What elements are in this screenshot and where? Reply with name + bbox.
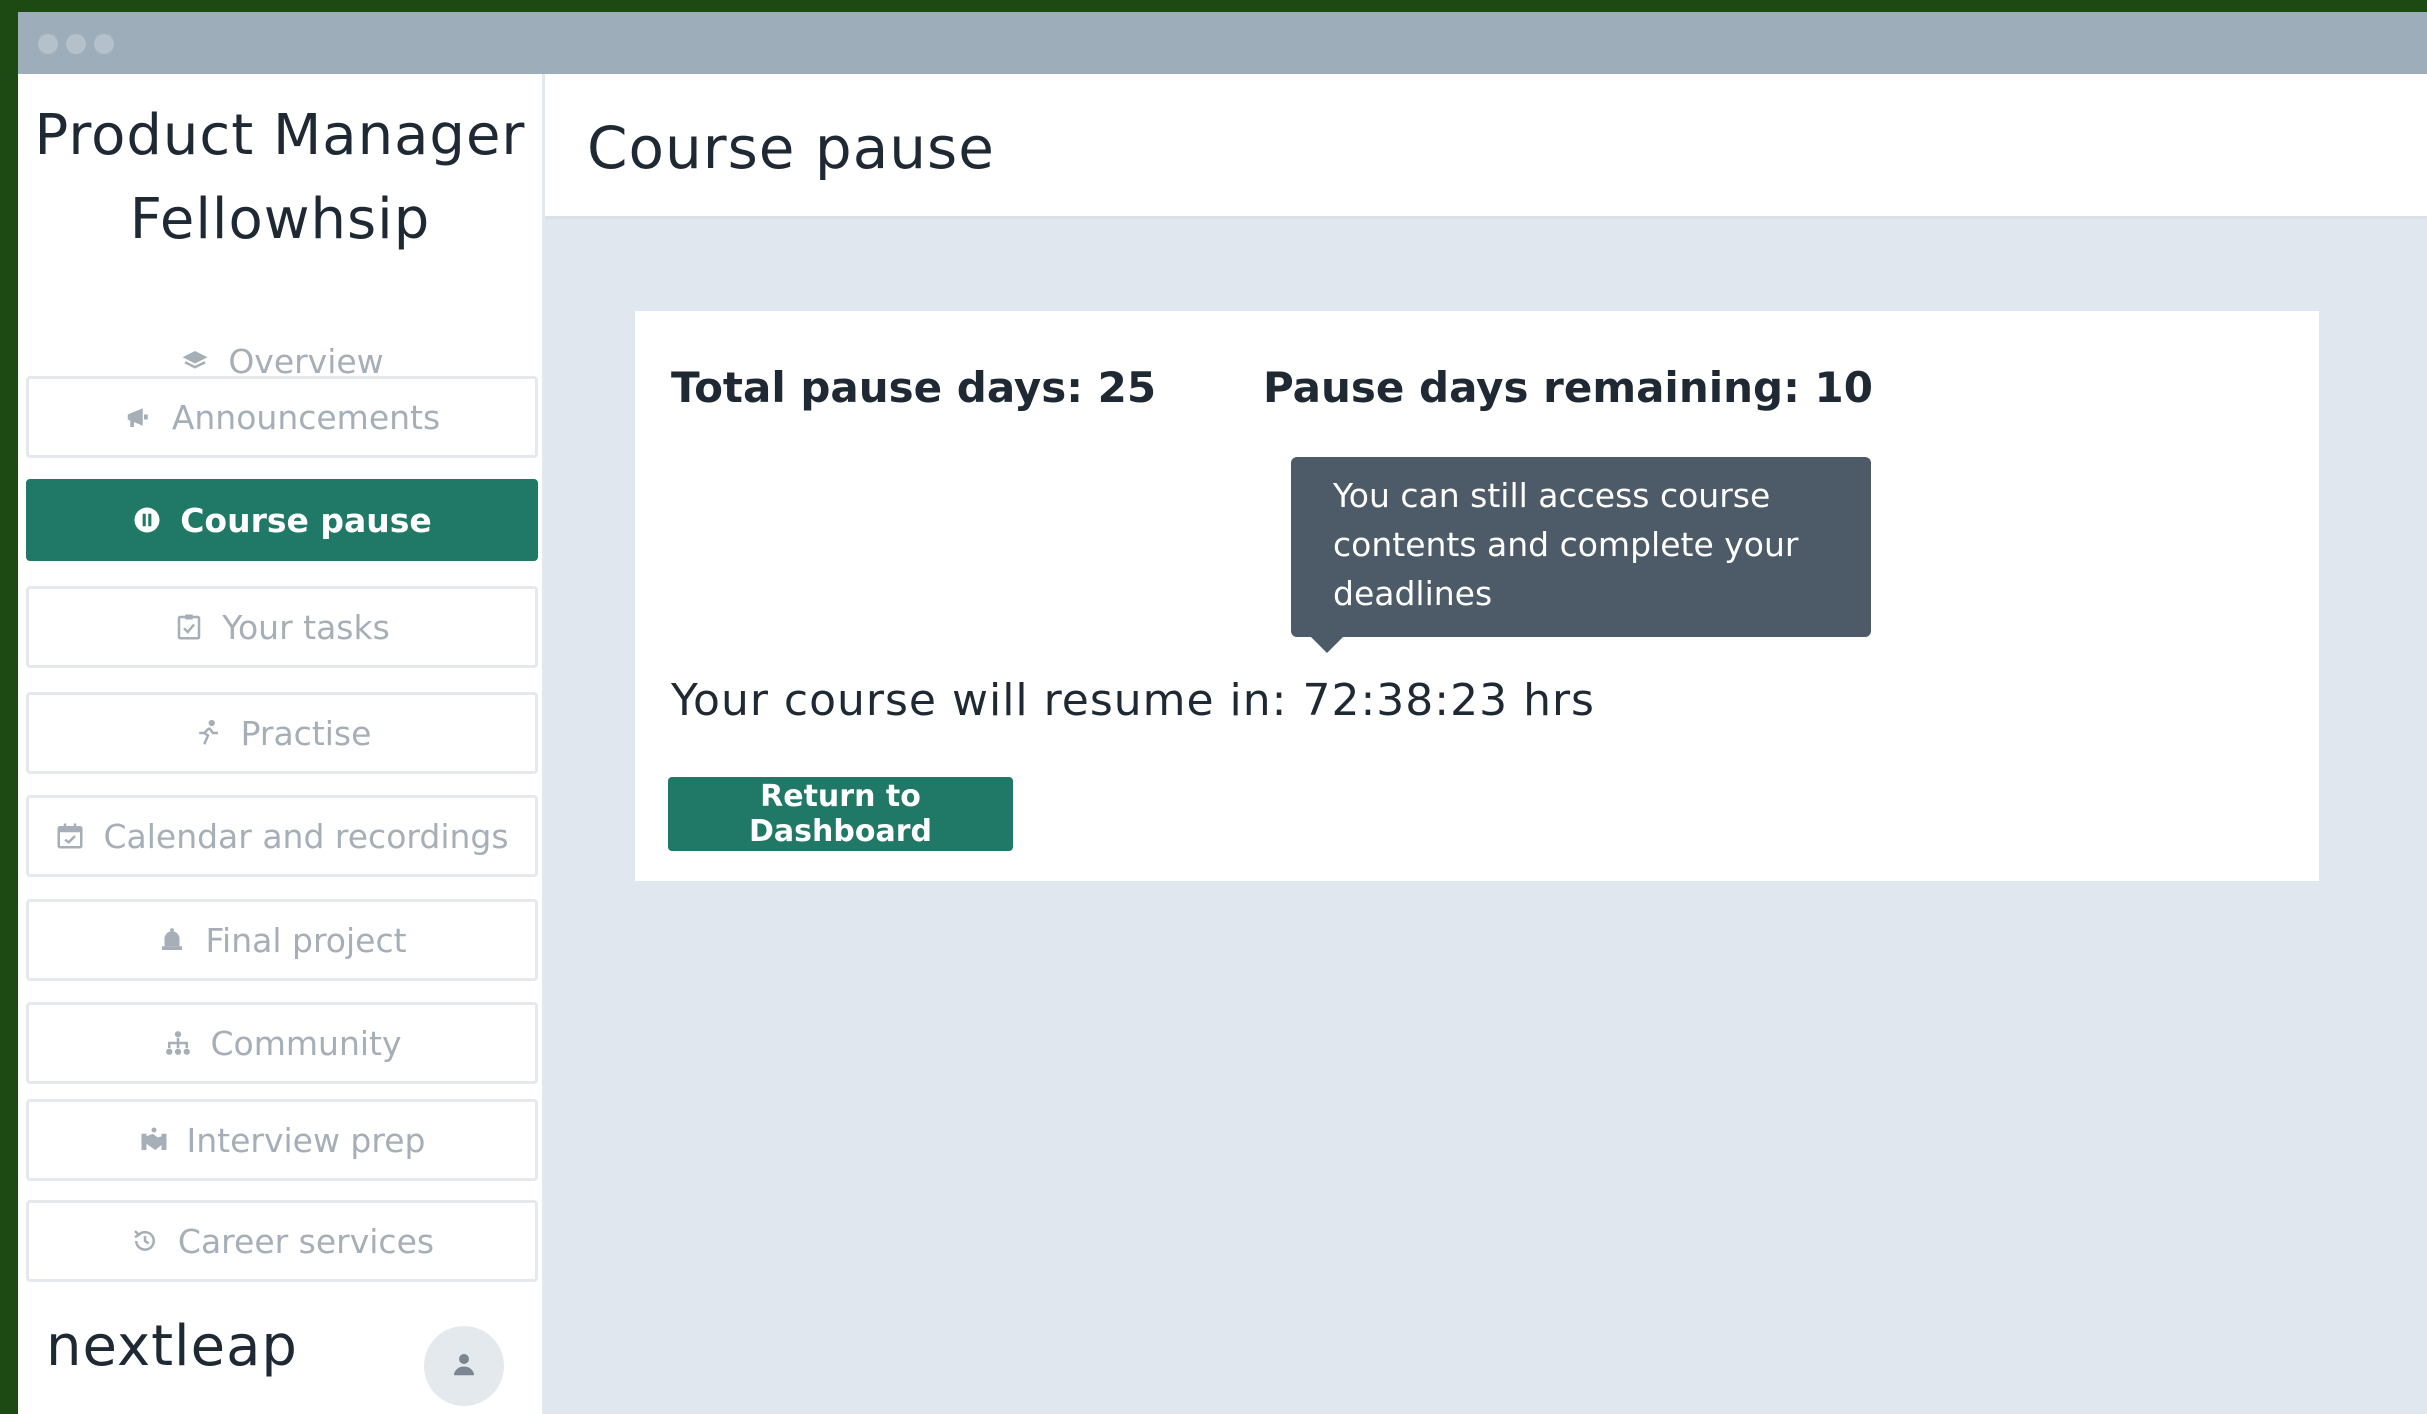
sidebar-item-final-project[interactable]: Final project: [26, 899, 538, 981]
sidebar-item-practise[interactable]: Practise: [26, 692, 538, 774]
pause-days-remaining: Pause days remaining: 10: [1263, 363, 1873, 412]
sidebar-item-community[interactable]: Community: [26, 1002, 538, 1084]
sidebar-item-course-pause[interactable]: Course pause: [26, 479, 538, 561]
sidebar: Product Manager Fellowhsip Overview Anno…: [18, 74, 545, 1414]
window-controls: [38, 34, 114, 54]
megaphone-icon: [124, 402, 154, 432]
sidebar-item-your-tasks[interactable]: Your tasks: [26, 586, 538, 668]
calendar-icon: [55, 821, 85, 851]
sidebar-item-label: Practise: [240, 713, 372, 753]
course-pause-card: Total pause days: 25 Pause days remainin…: [635, 311, 2319, 881]
minimize-window-dot[interactable]: [66, 34, 86, 54]
bell-icon: [157, 925, 187, 955]
sidebar-item-label: Calendar and recordings: [103, 816, 509, 856]
program-title: Product Manager Fellowhsip: [18, 94, 542, 262]
avatar[interactable]: [424, 1326, 504, 1406]
handshake-icon: [139, 1125, 169, 1155]
info-tooltip: You can still access course contents and…: [1291, 457, 1871, 637]
resume-countdown: Your course will resume in: 72:38:23 hrs: [671, 675, 1595, 726]
sidebar-item-calendar[interactable]: Calendar and recordings: [26, 795, 538, 877]
sidebar-item-career-services[interactable]: Career services: [26, 1200, 538, 1282]
sidebar-item-announcements[interactable]: Announcements: [26, 376, 538, 458]
app-window: Product Manager Fellowhsip Overview Anno…: [18, 12, 2427, 1414]
user-icon: [449, 1349, 479, 1383]
clipboard-icon: [174, 612, 204, 642]
sidebar-item-label: Course pause: [180, 500, 432, 540]
sidebar-item-label: Overview: [228, 341, 384, 381]
close-window-dot[interactable]: [38, 34, 58, 54]
runner-icon: [193, 718, 223, 748]
pause-icon: [132, 505, 162, 535]
sidebar-item-label: Final project: [205, 920, 407, 960]
maximize-window-dot[interactable]: [94, 34, 114, 54]
main-content: Total pause days: 25 Pause days remainin…: [545, 219, 2427, 1414]
program-title-line2: Fellowhsip: [129, 187, 431, 252]
sidebar-item-label: Career services: [177, 1221, 435, 1261]
nextleap-logo: nextleap: [46, 1314, 298, 1379]
clock-history-icon: [130, 1226, 160, 1256]
layers-icon: [180, 346, 210, 376]
page-title: Course pause: [587, 114, 995, 182]
program-title-line1: Product Manager: [34, 103, 526, 168]
sidebar-item-label: Community: [210, 1023, 402, 1063]
window-titlebar: [18, 12, 2427, 74]
org-chart-icon: [163, 1028, 193, 1058]
total-pause-days: Total pause days: 25: [671, 363, 1157, 412]
page-header: Course pause: [545, 74, 2427, 219]
sidebar-item-interview-prep[interactable]: Interview prep: [26, 1099, 538, 1181]
sidebar-item-label: Interview prep: [186, 1120, 426, 1160]
return-to-dashboard-button[interactable]: Return to Dashboard: [668, 777, 1013, 851]
tooltip-arrow: [1309, 635, 1345, 653]
sidebar-item-label: Announcements: [171, 397, 441, 437]
sidebar-item-label: Your tasks: [222, 607, 390, 647]
